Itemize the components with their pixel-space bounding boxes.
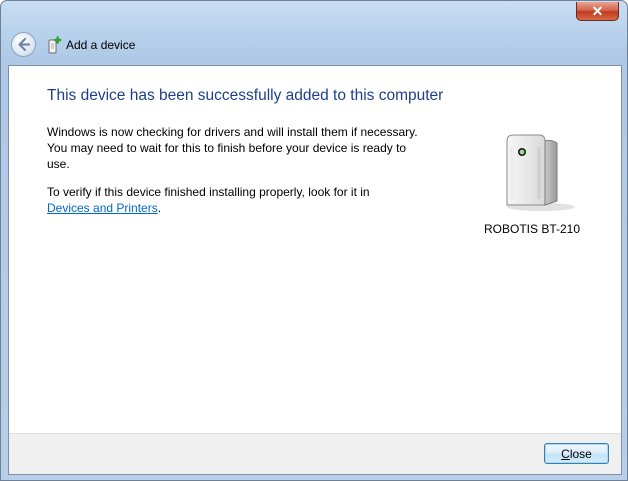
bluetooth-device-icon (506, 134, 575, 211)
add-device-icon (48, 36, 62, 54)
devices-and-printers-link[interactable]: Devices and Printers (47, 201, 158, 215)
button-bar (9, 433, 621, 474)
device-name: ROBOTIS BT-210 (483, 222, 581, 236)
close-button[interactable]: Close (544, 443, 609, 464)
drivers-info-text: Windows is now checking for drivers and … (47, 125, 418, 171)
verify-info-prefix: To verify if this device finished instal… (47, 185, 370, 199)
page-heading: This device has been successfully added … (47, 87, 444, 104)
back-button[interactable] (11, 32, 36, 57)
close-button-accelerator: C (561, 446, 570, 461)
wizard-window: ✕ Add a device This device has been succ… (0, 0, 628, 481)
window-close-button[interactable]: ✕ (576, 2, 619, 21)
close-button-label: lose (569, 446, 592, 461)
verify-info-suffix: . (157, 201, 162, 215)
verify-info-text: To verify if this device finished instal… (47, 184, 427, 216)
back-arrow-icon (18, 37, 31, 52)
wizard-title: Add a device (66, 38, 136, 52)
close-icon: ✕ (591, 3, 604, 19)
